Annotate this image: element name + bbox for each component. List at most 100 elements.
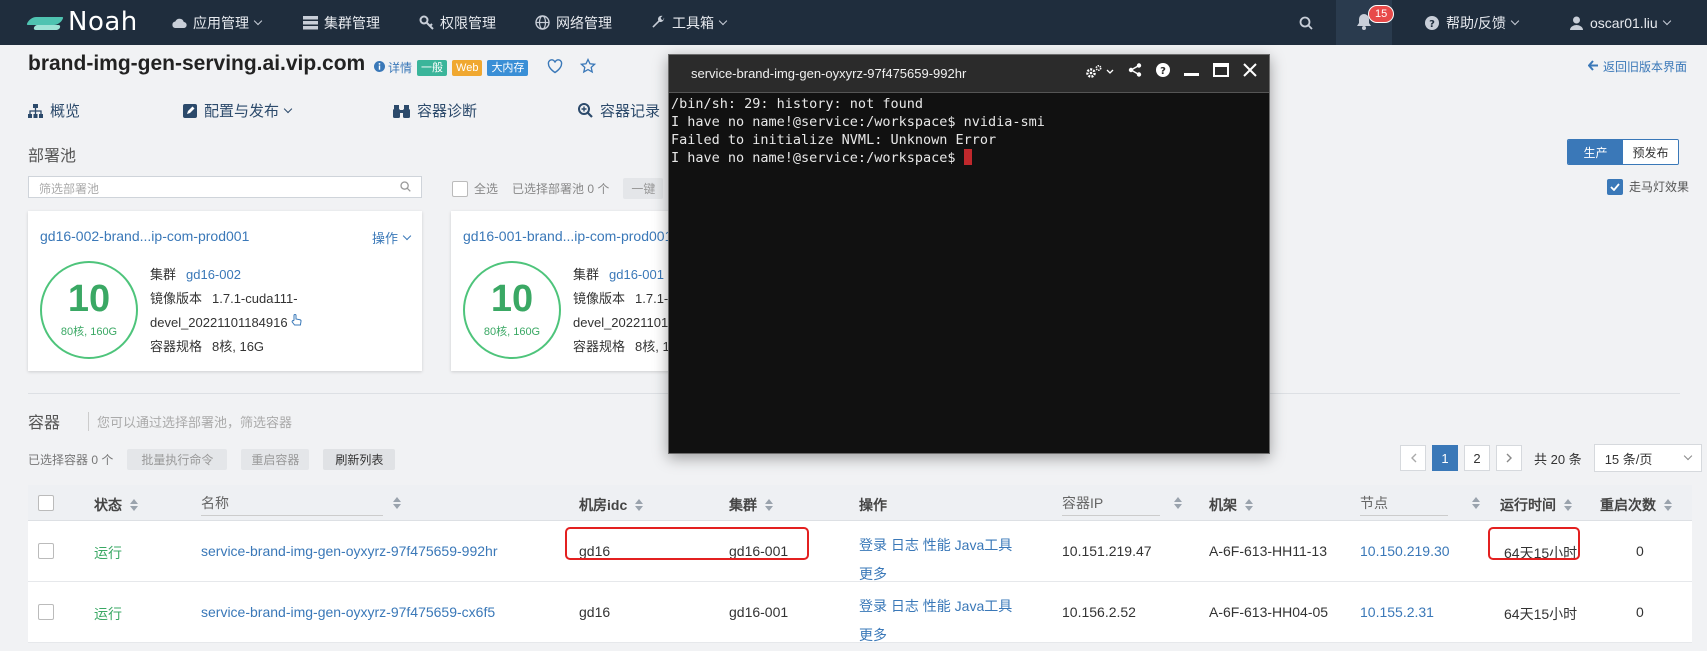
col-container-ip[interactable]: 容器IP bbox=[1062, 493, 1160, 516]
op-logs[interactable]: 日志 bbox=[891, 598, 919, 614]
username: oscar01.liu bbox=[1590, 14, 1658, 31]
op-more[interactable]: 更多 bbox=[859, 627, 887, 643]
cluster-link[interactable]: gd16-002 bbox=[186, 267, 241, 282]
nav-label: 集群管理 bbox=[324, 14, 380, 31]
table-header: 状态 名称 机房idc 集群 操作 容器IP 机架 节点 运行时间 重启次数 bbox=[28, 485, 1692, 521]
page-2[interactable]: 2 bbox=[1464, 445, 1490, 471]
user-menu[interactable]: oscar01.liu bbox=[1568, 0, 1671, 45]
tab-container-records[interactable]: 容器记录 bbox=[578, 100, 660, 121]
prev-page-button[interactable] bbox=[1400, 445, 1426, 471]
col-rack[interactable]: 机架 bbox=[1209, 495, 1253, 515]
batch-command-button[interactable]: 批量执行命令 bbox=[127, 449, 228, 470]
pool-card-op-menu[interactable]: 操作 bbox=[372, 228, 412, 247]
op-performance[interactable]: 性能 bbox=[923, 598, 951, 614]
search-icon bbox=[400, 181, 411, 195]
cluster-label: 集群 bbox=[573, 267, 600, 282]
share-icon[interactable] bbox=[1128, 63, 1142, 80]
col-name[interactable]: 名称 bbox=[201, 493, 401, 516]
page-size-value: 15 条/页 bbox=[1604, 451, 1653, 467]
col-status[interactable]: 状态 bbox=[94, 495, 138, 515]
globe-icon bbox=[534, 15, 550, 31]
back-to-old-version-link[interactable]: 返回旧版本界面 bbox=[1587, 58, 1687, 75]
minimize-icon[interactable] bbox=[1184, 63, 1199, 80]
page-size-select[interactable]: 15 条/页 bbox=[1593, 444, 1702, 472]
tab-overview[interactable]: 概览 bbox=[28, 100, 80, 121]
settings-icon[interactable] bbox=[1085, 64, 1114, 80]
op-performance[interactable]: 性能 bbox=[923, 537, 951, 553]
node-link[interactable]: 10.155.2.31 bbox=[1360, 604, 1434, 620]
sort-icon bbox=[1245, 499, 1253, 511]
check-icon[interactable] bbox=[1607, 178, 1623, 195]
marquee-toggle[interactable]: 走马灯效果 bbox=[1607, 178, 1689, 195]
op-login[interactable]: 登录 bbox=[859, 598, 887, 614]
chevron-down-icon bbox=[253, 16, 263, 25]
select-all-pools[interactable]: 全选 已选择部署池 0 个 一键 bbox=[452, 178, 664, 199]
pool-card-title[interactable]: gd16-001-brand...ip-com-prod001 bbox=[463, 228, 672, 244]
env-toggle: 生产 预发布 bbox=[1567, 139, 1679, 165]
env-staging[interactable]: 预发布 bbox=[1623, 140, 1678, 164]
col-label: 操作 bbox=[859, 497, 887, 513]
refresh-list-button[interactable]: 刷新列表 bbox=[323, 449, 396, 470]
select-all-rows-checkbox[interactable] bbox=[38, 495, 54, 511]
noah-logo[interactable]: Noah bbox=[26, 6, 138, 38]
op-java-tools[interactable]: Java工具 bbox=[955, 598, 1013, 614]
sort-icon[interactable] bbox=[1174, 497, 1182, 509]
env-production[interactable]: 生产 bbox=[1568, 140, 1623, 164]
col-label: 重启次数 bbox=[1600, 497, 1656, 513]
image-version-cont: devel_20221101184916 bbox=[150, 315, 288, 330]
tab-container-diagnosis[interactable]: 容器诊断 bbox=[393, 100, 477, 121]
close-icon[interactable] bbox=[1243, 63, 1257, 80]
node-link[interactable]: 10.150.219.30 bbox=[1360, 543, 1450, 559]
detail-link[interactable]: 详情 bbox=[374, 59, 412, 76]
maximize-icon[interactable] bbox=[1213, 63, 1229, 80]
op-login[interactable]: 登录 bbox=[859, 537, 887, 553]
next-page-button[interactable] bbox=[1496, 445, 1522, 471]
wrench-icon bbox=[650, 15, 666, 31]
status-text: 运行 bbox=[94, 545, 122, 561]
col-idc[interactable]: 机房idc bbox=[579, 495, 644, 515]
spec-label: 容器规格 bbox=[573, 339, 626, 354]
container-ip: 10.151.219.47 bbox=[1062, 543, 1152, 559]
pool-filter-input[interactable]: 筛选部署池 bbox=[28, 176, 422, 198]
help-feedback-menu[interactable]: ? 帮助/反馈 bbox=[1424, 0, 1520, 45]
nav-toolbox[interactable]: 工具箱 bbox=[650, 0, 728, 45]
terminal-output[interactable]: /bin/sh: 29: history: not found I have no… bbox=[669, 93, 1269, 169]
nav-permission-management[interactable]: 权限管理 bbox=[418, 0, 496, 45]
sort-icon[interactable] bbox=[1472, 497, 1480, 509]
filter-placeholder: 筛选部署池 bbox=[39, 182, 100, 196]
col-uptime[interactable]: 运行时间 bbox=[1500, 495, 1572, 515]
col-cluster[interactable]: 集群 bbox=[729, 495, 773, 515]
row-checkbox[interactable] bbox=[38, 543, 54, 559]
help-icon[interactable]: ? bbox=[1156, 63, 1170, 80]
nav-network-management[interactable]: 网络管理 bbox=[534, 0, 612, 45]
container-name-link[interactable]: service-brand-img-gen-oyxyrz-97f475659-c… bbox=[201, 604, 495, 620]
col-node[interactable]: 节点 bbox=[1360, 493, 1448, 516]
heart-icon[interactable] bbox=[547, 58, 563, 77]
restart-container-button[interactable]: 重启容器 bbox=[241, 449, 310, 470]
container-name-link[interactable]: service-brand-img-gen-oyxyrz-97f475659-9… bbox=[201, 543, 497, 559]
one-click-button[interactable]: 一键 bbox=[623, 178, 664, 199]
pool-card-title[interactable]: gd16-002-brand...ip-com-prod001 bbox=[40, 228, 249, 244]
op-logs[interactable]: 日志 bbox=[891, 537, 919, 553]
tab-label: 配置与发布 bbox=[204, 103, 280, 120]
total-count: 共 20 条 bbox=[1534, 451, 1582, 467]
select-all-checkbox[interactable] bbox=[452, 180, 468, 197]
tab-config-release[interactable]: 配置与发布 bbox=[183, 100, 293, 121]
terminal-titlebar[interactable]: service-brand-img-gen-oyxyrz-97f475659-9… bbox=[669, 55, 1269, 93]
pagination: 1 2 共 20 条 15 条/页 bbox=[1400, 444, 1702, 472]
image-version: 1.7.1-cuda111- bbox=[212, 291, 298, 306]
search-button[interactable] bbox=[1298, 0, 1320, 45]
nav-app-management[interactable]: 应用管理 bbox=[171, 0, 263, 45]
row-checkbox[interactable] bbox=[38, 604, 54, 620]
spec-value: 8核, 16G bbox=[212, 339, 265, 354]
top-navbar: Noah 应用管理 集群管理 权限管理 网络管理 工具箱 15 ? 帮助/反馈 … bbox=[0, 0, 1707, 45]
row-operations: 登录 日志 性能 Java工具 更多 bbox=[859, 592, 1012, 650]
op-more[interactable]: 更多 bbox=[859, 566, 887, 582]
terminal-window[interactable]: service-brand-img-gen-oyxyrz-97f475659-9… bbox=[668, 54, 1270, 454]
page-1[interactable]: 1 bbox=[1432, 445, 1458, 471]
cluster-link[interactable]: gd16-001 bbox=[609, 267, 664, 282]
star-icon[interactable] bbox=[580, 57, 597, 77]
col-restarts[interactable]: 重启次数 bbox=[1600, 495, 1672, 515]
nav-cluster-management[interactable]: 集群管理 bbox=[302, 0, 380, 45]
op-java-tools[interactable]: Java工具 bbox=[955, 537, 1013, 553]
